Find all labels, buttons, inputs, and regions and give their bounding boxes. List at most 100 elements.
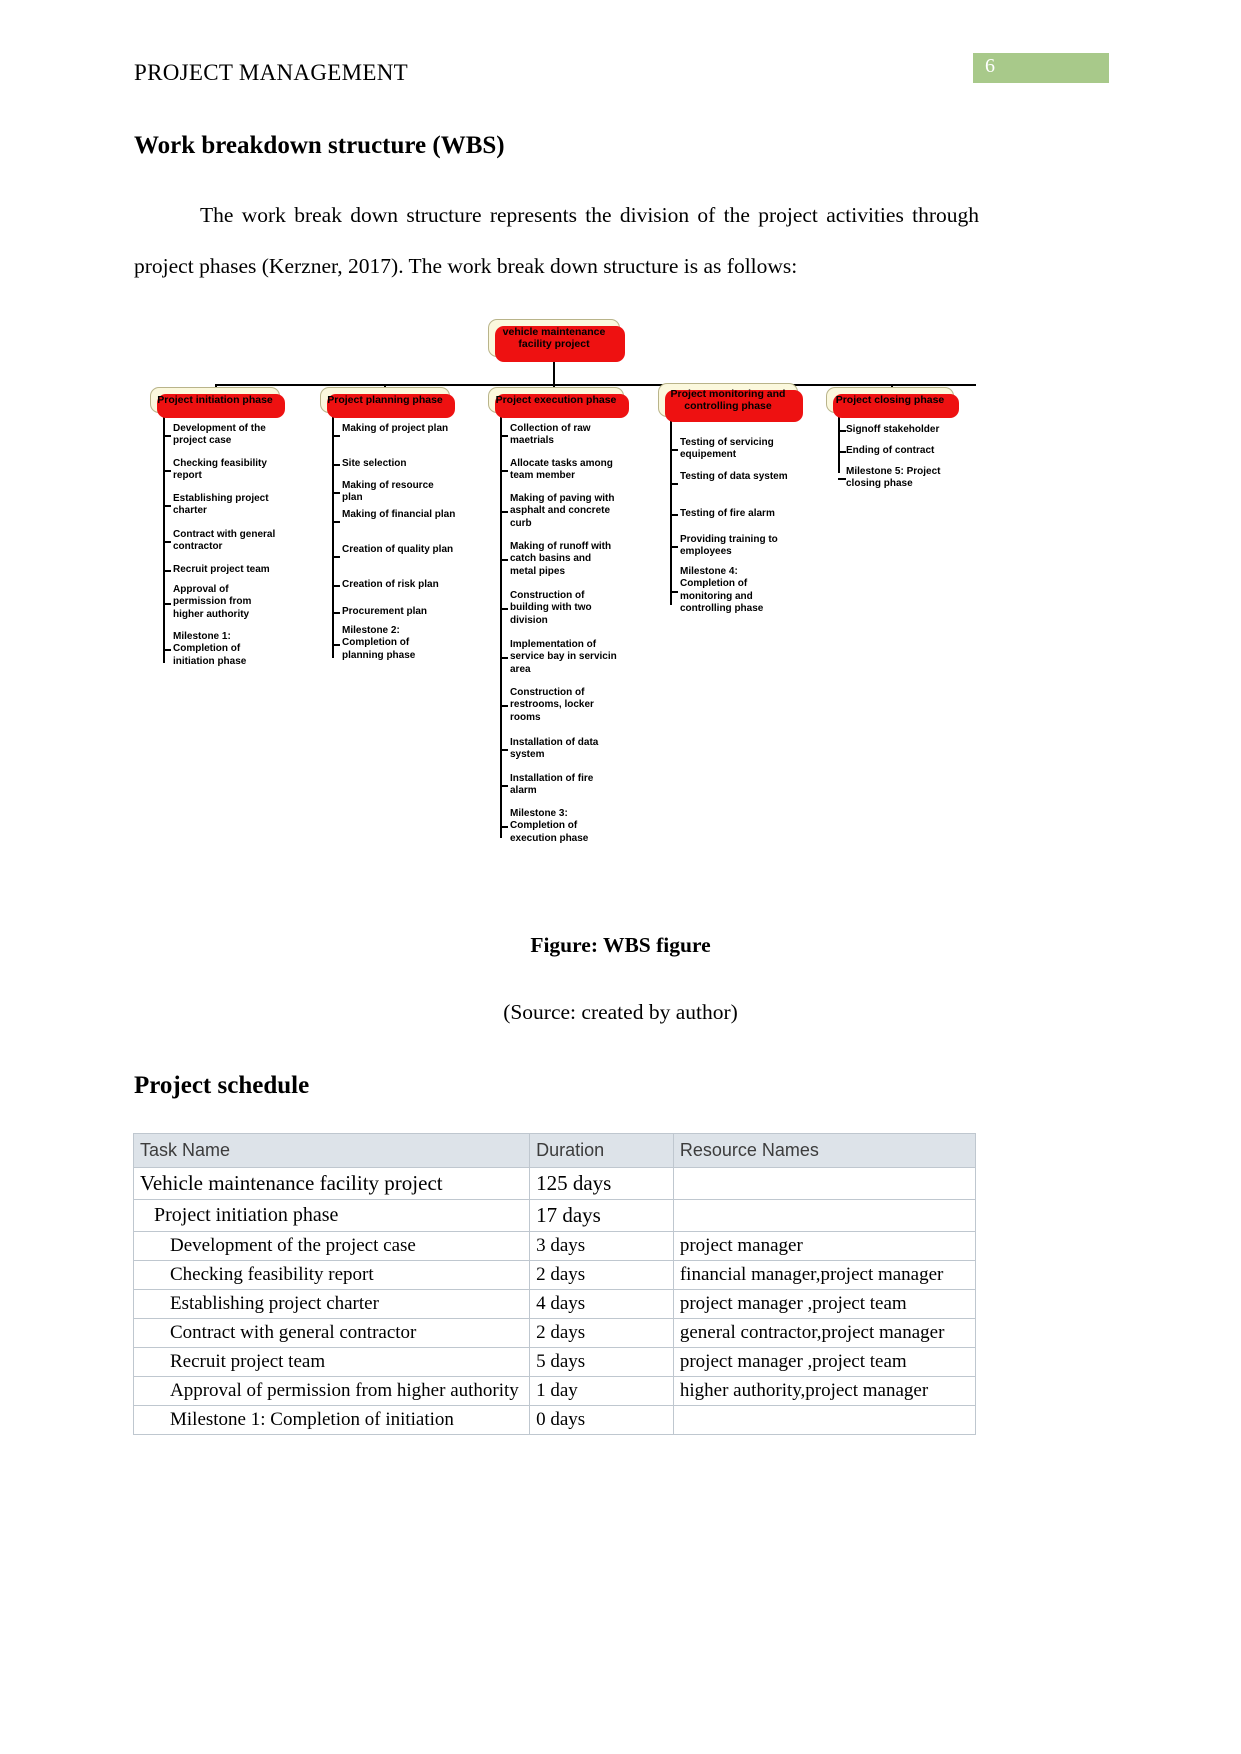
wbs-leaf: Milestone 5: Project closing phase bbox=[846, 466, 941, 490]
wbs-leaf: Allocate tasks among team member bbox=[510, 458, 613, 482]
wbs-phase-node-monitoring: Project monitoring and controlling phase bbox=[658, 383, 803, 422]
page-header: PROJECT MANAGEMENT 6 bbox=[0, 53, 1241, 105]
wbs-tick bbox=[670, 483, 678, 485]
cell-task-name: Establishing project charter bbox=[132, 1289, 531, 1319]
table-row: Project initiation phase 17 days bbox=[132, 1199, 977, 1232]
cell-duration: 4 days bbox=[529, 1289, 674, 1319]
figure-source: (Source: created by author) bbox=[503, 1000, 738, 1024]
wbs-leaf: Making of runoff with catch basins and m… bbox=[510, 541, 612, 577]
wbs-leaf: Signoff stakeholder bbox=[846, 424, 940, 435]
wbs-tick bbox=[163, 603, 171, 605]
cell-resource-names: general contractor,project manager bbox=[672, 1318, 977, 1348]
figure-caption: Figure: WBS figure bbox=[530, 933, 711, 957]
wbs-tick bbox=[163, 649, 171, 651]
cell-resource-names bbox=[672, 1199, 977, 1232]
wbs-leaf: Milestone 1: Completion of initiation ph… bbox=[173, 631, 247, 667]
table-body: Vehicle maintenance facility project 125 … bbox=[132, 1167, 977, 1435]
wbs-spine-monitoring bbox=[670, 417, 672, 605]
wbs-phase-label-closing: Project closing phase bbox=[835, 394, 945, 406]
column-header-task-name: Task Name bbox=[132, 1133, 531, 1168]
cell-resource-names: higher authority,project manager bbox=[672, 1376, 977, 1406]
wbs-leaf: Making of paving with asphalt and concre… bbox=[510, 493, 615, 529]
cell-duration: 17 days bbox=[529, 1199, 674, 1232]
wbs-spine-execution bbox=[500, 413, 502, 838]
wbs-spine-closing bbox=[838, 413, 840, 473]
cell-duration: 0 days bbox=[529, 1405, 674, 1435]
wbs-phase-node-execution: Project execution phase bbox=[488, 387, 629, 418]
table-row: Approval of permission from higher autho… bbox=[132, 1376, 977, 1406]
project-schedule-table: Task Name Duration Resource Names Vehicl… bbox=[132, 1133, 977, 1435]
cell-duration: 2 days bbox=[529, 1260, 674, 1290]
cell-duration: 1 day bbox=[529, 1376, 674, 1406]
wbs-phase-label-initiation: Project initiation phase bbox=[157, 394, 273, 406]
running-head: PROJECT MANAGEMENT bbox=[134, 60, 408, 85]
wbs-phase-node-planning: Project planning phase bbox=[320, 387, 455, 418]
cell-task-name: Milestone 1: Completion of initiation bbox=[132, 1405, 531, 1435]
wbs-tick bbox=[163, 505, 171, 507]
cell-duration: 3 days bbox=[529, 1231, 674, 1261]
column-header-duration: Duration bbox=[529, 1133, 674, 1168]
wbs-phase-label-monitoring: Project monitoring and controlling phase bbox=[670, 388, 786, 412]
wbs-tick bbox=[332, 644, 340, 646]
wbs-tick bbox=[163, 435, 171, 437]
column-header-resources: Resource Names bbox=[672, 1133, 977, 1168]
wbs-paragraph: The work break down structure represents… bbox=[134, 203, 979, 278]
wbs-tick bbox=[332, 492, 340, 494]
wbs-tick bbox=[670, 591, 678, 593]
wbs-phase-node-closing: Project closing phase bbox=[826, 387, 959, 418]
wbs-leaf: Making of resource plan bbox=[342, 480, 434, 504]
table-row: Establishing project charter 4 days projec… bbox=[132, 1289, 977, 1319]
wbs-leaf: Construction of building with two divisi… bbox=[510, 590, 592, 626]
wbs-tick bbox=[500, 826, 508, 828]
wbs-leaf: Site selection bbox=[342, 458, 407, 469]
cell-resource-names bbox=[672, 1167, 977, 1200]
wbs-leaf: Installation of data system bbox=[510, 737, 599, 761]
wbs-tick bbox=[500, 608, 508, 610]
wbs-leaf: Approval of permission from higher autho… bbox=[173, 584, 252, 620]
wbs-leaf: Milestone 3: Completion of execution pha… bbox=[510, 808, 589, 844]
wbs-tick bbox=[500, 785, 508, 787]
wbs-tick bbox=[500, 705, 508, 707]
page-number-box: 6 bbox=[973, 53, 1109, 83]
wbs-tick bbox=[500, 470, 508, 472]
cell-task-name: Checking feasibility report bbox=[132, 1260, 531, 1290]
wbs-tick bbox=[163, 541, 171, 543]
wbs-tick bbox=[163, 470, 171, 472]
wbs-leaf: Creation of risk plan bbox=[342, 579, 439, 590]
cell-duration: 5 days bbox=[529, 1347, 674, 1377]
wbs-tick bbox=[500, 657, 508, 659]
wbs-tick bbox=[332, 464, 340, 466]
wbs-tick bbox=[670, 514, 678, 516]
wbs-leaf: Testing of servicing equipement bbox=[680, 437, 774, 461]
wbs-diagram: vehicle maintenance facility project Pro… bbox=[130, 315, 1000, 860]
wbs-leaf: Milestone 4: Completion of monitoring an… bbox=[680, 566, 764, 615]
wbs-tick bbox=[500, 435, 508, 437]
wbs-leaf: Creation of quality plan bbox=[342, 544, 454, 555]
wbs-leaf: Testing of fire alarm bbox=[680, 508, 775, 519]
table-row: Milestone 1: Completion of initiation 0 d… bbox=[132, 1405, 977, 1435]
wbs-leaf: Development of the project case bbox=[173, 423, 266, 447]
wbs-tick bbox=[500, 559, 508, 561]
wbs-leaf: Installation of fire alarm bbox=[510, 773, 594, 797]
cell-task-name: Recruit project team bbox=[132, 1347, 531, 1377]
wbs-phase-label-execution: Project execution phase bbox=[495, 394, 617, 406]
wbs-leaf: Milestone 2: Completion of planning phas… bbox=[342, 625, 416, 661]
wbs-tick bbox=[332, 585, 340, 587]
cell-duration: 2 days bbox=[529, 1318, 674, 1348]
cell-duration: 125 days bbox=[529, 1167, 674, 1200]
wbs-leaf: Making of financial plan bbox=[342, 509, 456, 520]
wbs-tick bbox=[332, 521, 340, 523]
wbs-leaf: Ending of contract bbox=[846, 445, 935, 456]
wbs-phase-node-initiation: Project initiation phase bbox=[150, 387, 285, 418]
wbs-tick bbox=[838, 478, 846, 480]
wbs-tick bbox=[163, 570, 171, 572]
cell-resource-names: project manager bbox=[672, 1231, 977, 1261]
wbs-root-node: vehicle maintenance facility project bbox=[488, 319, 625, 362]
wbs-tick bbox=[670, 546, 678, 548]
cell-task-name: Vehicle maintenance facility project bbox=[132, 1167, 531, 1200]
table-row: Contract with general contractor 2 days ge… bbox=[132, 1318, 977, 1348]
wbs-tick bbox=[500, 511, 508, 513]
cell-resource-names: financial manager,project manager bbox=[672, 1260, 977, 1290]
wbs-leaf: Construction of restrooms, locker rooms bbox=[510, 687, 594, 723]
wbs-tick bbox=[838, 430, 846, 432]
